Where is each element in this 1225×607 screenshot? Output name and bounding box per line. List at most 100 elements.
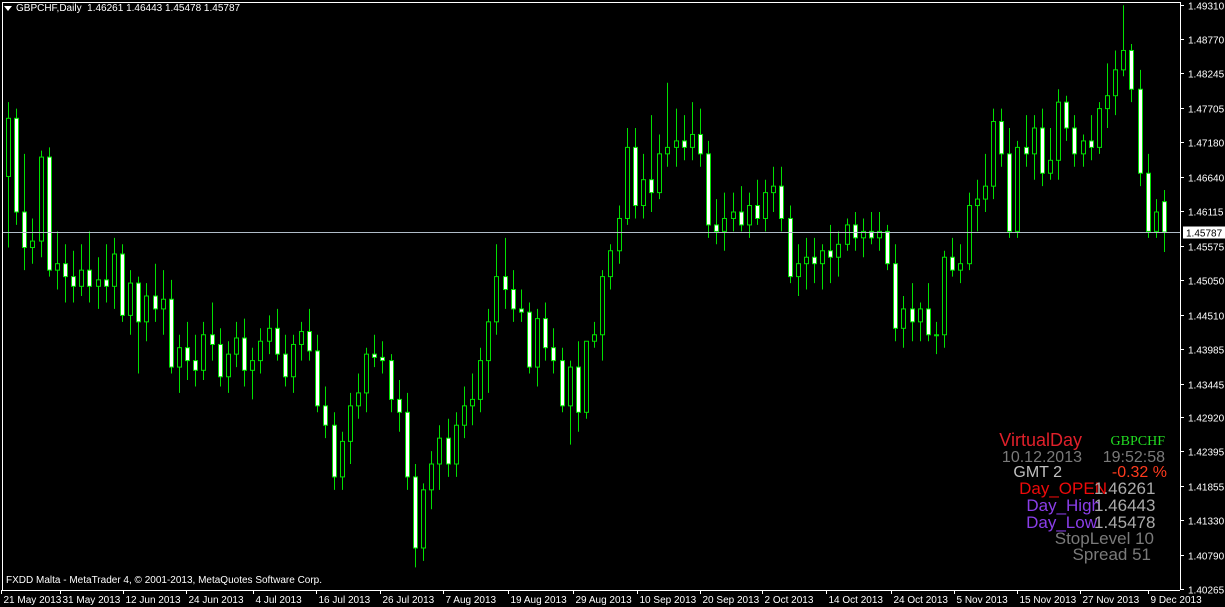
bull-candle-body [250,360,255,371]
x-tick-label: 19 Aug 2013 [511,595,568,606]
bear-candle-body [71,276,76,287]
bull-candle-body [975,198,980,207]
bull-candle-body [470,398,475,407]
bear-candle-body [372,353,377,358]
bull-candle-body [258,340,263,362]
bull-candle-body [901,308,906,329]
y-tick-label: 1.43985 [1188,346,1225,357]
bull-candle-body [6,117,11,177]
bear-candle-body [576,366,581,413]
bear-candle-body [218,343,223,378]
bull-candle-body [991,121,996,187]
bull-candle-body [983,185,988,200]
bear-candle-body [210,334,215,345]
bear-candle-body [185,347,190,362]
x-tick-label: 14 Oct 2013 [829,595,884,606]
bull-candle-body [592,334,597,342]
bull-candle-body [1056,101,1061,161]
bull-candle-body [722,217,727,232]
bull-candle-body [535,318,540,368]
bear-candle-body [1072,127,1077,155]
y-tick-label: 1.45575 [1188,243,1225,254]
bear-candle-body [755,205,760,219]
bull-candle-body [144,295,149,323]
y-tick-label: 1.47705 [1188,105,1225,116]
bull-candle-body [161,298,166,310]
bear-candle-body [560,360,565,407]
bull-candle-body [177,347,182,368]
bull-candle-body [79,269,84,287]
bear-candle-body [828,250,833,258]
spread-text: Spread 51 [1072,545,1151,564]
y-tick-label: 1.49310 [1188,2,1225,13]
bear-candle-body [47,156,52,271]
bull-candle-body [364,353,369,394]
copyright-text: FXDD Malta - MetaTrader 4, © 2001-2013, … [6,575,323,586]
x-tick-label: 20 Sep 2013 [703,595,760,606]
bull-candle-body [494,276,499,323]
day-high-value: 1.46443 [1094,496,1156,515]
bear-candle-body [193,360,198,371]
bear-candle-body [706,153,711,226]
bear-candle-body [332,424,337,478]
bear-candle-body [926,308,931,336]
bull-candle-body [796,263,801,278]
bear-candle-body [739,211,744,226]
bull-candle-body [568,366,573,407]
bull-candle-body [820,250,825,265]
bear-candle-body [120,253,125,316]
y-tick-label: 1.45050 [1188,277,1225,288]
y-tick-label: 1.41330 [1188,517,1225,528]
x-tick-label: 24 Oct 2013 [894,595,949,606]
bear-candle-body [1064,101,1069,129]
bear-candle-body [1089,140,1094,148]
bear-candle-body [812,256,817,265]
bull-candle-body [55,263,60,271]
bear-candle-body [527,311,532,368]
bear-candle-body [1040,127,1045,174]
bear-candle-body [323,405,328,426]
bull-candle-body [421,489,426,549]
bull-candle-body [641,179,646,207]
bull-candle-body [201,334,206,371]
bull-candle-body [486,321,491,362]
bull-candle-body [584,340,589,413]
bull-candle-body [96,279,101,287]
dropdown-triangle-icon[interactable] [4,5,12,11]
bear-candle-body [104,279,109,287]
bear-candle-body [1162,201,1167,233]
y-tick-label: 1.40790 [1188,552,1225,563]
bull-candle-body [478,360,483,400]
bull-candle-body [234,337,239,355]
bull-candle-body [665,146,670,155]
bear-candle-body [633,146,638,207]
bear-candle-body [413,476,418,549]
bear-candle-body [893,263,898,329]
x-tick-label: 15 Nov 2013 [1020,595,1077,606]
bear-candle-body [885,230,890,265]
x-tick-label: 24 Jun 2013 [189,595,244,606]
bear-candle-body [136,282,141,323]
bear-candle-body [788,217,793,278]
ohlc-readout: 1.46261 1.46443 1.45478 1.45787 [87,3,241,14]
bear-candle-body [698,133,703,155]
bull-candle-body [958,263,963,271]
bull-candle-body [1105,95,1110,110]
chart-header: GBPCHF,Daily 1.46261 1.46443 1.45478 1.4… [4,3,240,14]
bear-candle-body [22,211,27,249]
y-tick-label: 1.43445 [1188,381,1225,392]
x-tick-label: 31 May 2013 [63,595,121,606]
bull-candle-body [348,405,353,442]
bull-candle-body [226,353,231,378]
bull-candle-body [291,343,296,378]
bear-candle-body [649,179,654,194]
bull-candle-body [1015,146,1020,232]
y-tick-label: 1.42395 [1188,448,1225,459]
y-tick-label: 1.44510 [1188,312,1225,323]
bull-candle-body [340,440,345,478]
bull-candle-body [1048,159,1053,174]
bull-candle-body [918,308,923,323]
bull-candle-body [763,192,768,219]
bull-candle-body [1113,69,1118,97]
bear-candle-body [87,269,92,287]
